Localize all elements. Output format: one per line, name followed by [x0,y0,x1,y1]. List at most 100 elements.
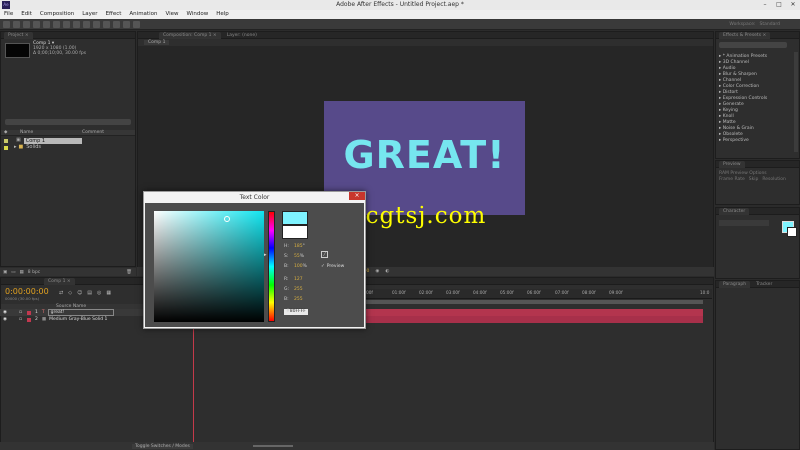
effect-category[interactable]: ▸ Audio [719,66,736,72]
menu-layer[interactable]: Layer [78,10,101,19]
graph-editor-icon[interactable]: ▦ [106,290,111,296]
saturation-brightness-field[interactable] [154,211,264,322]
tab-tracker[interactable]: Tracker [752,281,776,288]
hue-slider[interactable] [268,211,275,322]
red-field[interactable]: R: 127 [284,276,303,283]
zoom-tool-icon[interactable] [23,20,30,28]
tab-composition[interactable]: Composition: Comp 1 × [159,31,221,39]
effect-category[interactable]: ▸ Distort [719,90,738,96]
original-color-swatch[interactable] [282,225,308,239]
menu-help[interactable]: Help [212,10,233,19]
effect-category[interactable]: ▸ Knoll [719,114,734,120]
effects-scrollbar[interactable] [794,52,798,152]
effect-category[interactable]: ▸ Matte [719,120,736,126]
comment-column-header[interactable]: Comment [82,130,104,135]
effect-category[interactable]: ▸ Blur & Sharpen [719,72,757,78]
frame-blending-icon[interactable]: ▤ [87,290,92,296]
interpret-footage-icon[interactable]: ▣ [3,270,7,275]
brightness-value[interactable]: 100 [294,264,303,269]
brightness-field[interactable]: B: 100% [284,263,307,270]
trash-icon[interactable]: 🗑 [126,270,132,275]
snapshot-icon[interactable]: ◉ [375,269,379,274]
pan-behind-tool-icon[interactable] [53,20,60,28]
project-item-folder[interactable]: ▸ ■ Solids [1,144,135,151]
new-comp-icon[interactable]: ▦ [20,270,24,275]
effect-category[interactable]: ▸ Color Correction [719,84,759,90]
font-family-select[interactable] [719,220,769,226]
effect-category[interactable]: ▸ Channel [719,78,741,84]
bit-depth-button[interactable]: 8 bpc [28,270,40,275]
tab-paragraph[interactable]: Paragraph [719,280,751,288]
draft-3d-icon[interactable]: ◇ [68,290,72,296]
hex-field[interactable]: #80FFFF [284,309,308,315]
menu-file[interactable]: File [0,10,17,19]
label-color-swatch[interactable] [27,317,31,322]
effect-category[interactable]: ▸ Noise & Grain [719,126,754,132]
expand-arrow-icon[interactable]: ▸ [14,144,17,151]
menu-view[interactable]: View [161,10,182,19]
brush-tool-icon[interactable] [93,20,100,28]
puppet-tool-icon[interactable] [133,20,140,28]
current-time-display[interactable]: 0:00:00:00 [5,287,49,296]
green-field[interactable]: G: 255 [284,286,303,293]
label-color-swatch[interactable] [27,310,31,315]
new-folder-icon[interactable]: ▭ [11,270,15,275]
effect-category[interactable]: ▸ Keying [719,108,738,114]
zoom-slider[interactable] [252,445,293,447]
menu-window[interactable]: Window [183,10,213,19]
blue-field[interactable]: B: 255 [284,296,303,303]
red-value[interactable]: 127 [294,277,303,282]
comp-mini-flowchart-icon[interactable]: ⇄ [59,290,63,296]
effect-category[interactable]: ▸ Expression Controls [719,96,767,102]
great-text-layer[interactable]: GREAT! [324,133,525,177]
menu-animation[interactable]: Animation [125,10,161,19]
layer-name[interactable]: Medium Gray-Blue Solid 1 [49,316,107,323]
rotate-tool-icon[interactable] [33,20,40,28]
tab-project[interactable]: Project × [4,31,33,39]
lock-icon[interactable]: ▫ [19,309,22,316]
tab-layer[interactable]: Layer: (none) [223,32,261,39]
eraser-tool-icon[interactable] [113,20,120,28]
color-picker-cursor[interactable] [224,216,230,222]
pen-tool-icon[interactable] [73,20,80,28]
time-ruler[interactable]: 0:00f 01:00f 02:00f 03:00f 04:00f 05:00f… [362,289,712,299]
green-value[interactable]: 255 [294,287,303,292]
visibility-eye-icon[interactable]: ◉ [3,309,7,316]
hide-shy-icon[interactable]: ☺ [77,290,82,296]
hue-value[interactable]: 185 [294,244,303,249]
effect-category[interactable]: ▸ Obsolete [719,132,743,138]
channel-icon[interactable]: ◐ [385,269,389,274]
effect-category[interactable]: ▸ 3D Channel [719,60,749,66]
project-item-comp[interactable]: ▣ Comp 1 [1,137,135,144]
tab-preview[interactable]: Preview [719,160,745,168]
motion-blur-icon[interactable]: ◎ [97,290,101,296]
menu-composition[interactable]: Composition [36,10,78,19]
hand-tool-icon[interactable] [13,20,20,28]
lock-icon[interactable]: ▫ [19,316,22,323]
visibility-eye-icon[interactable]: ◉ [3,316,7,323]
tab-effects-presets[interactable]: Effects & Presets × [719,31,771,39]
stroke-color-swatch[interactable] [787,227,797,237]
layer-name[interactable]: great! [47,309,114,316]
effect-category[interactable]: ▸ Perspective [719,138,749,144]
effects-search-input[interactable] [719,42,787,48]
hue-slider-handle[interactable]: ▸ [264,252,267,258]
checkbox-check-icon[interactable]: ✓ [321,264,325,269]
saturation-field[interactable]: S: 55% [284,253,304,260]
effect-category[interactable]: ▸ Generate [719,102,744,108]
clone-tool-icon[interactable] [103,20,110,28]
close-window-icon[interactable]: ✕ [786,0,800,10]
type-tool-icon[interactable] [83,20,90,28]
tab-timeline-comp[interactable]: Comp 1 × [44,277,75,285]
hex-value[interactable]: 80FFFF [290,309,306,314]
menu-edit[interactable]: Edit [17,10,36,19]
hue-field[interactable]: H: 185° [284,243,305,250]
dialog-close-button[interactable]: × [349,192,365,200]
selection-tool-icon[interactable] [3,20,10,28]
eyedropper-icon[interactable]: ⁄ [321,251,328,258]
maximize-icon[interactable]: □ [772,0,786,10]
blue-value[interactable]: 255 [294,297,303,302]
shape-tool-icon[interactable] [63,20,70,28]
project-search-input[interactable] [5,119,131,125]
toggle-switches-modes-button[interactable]: Toggle Switches / Modes [132,443,193,449]
